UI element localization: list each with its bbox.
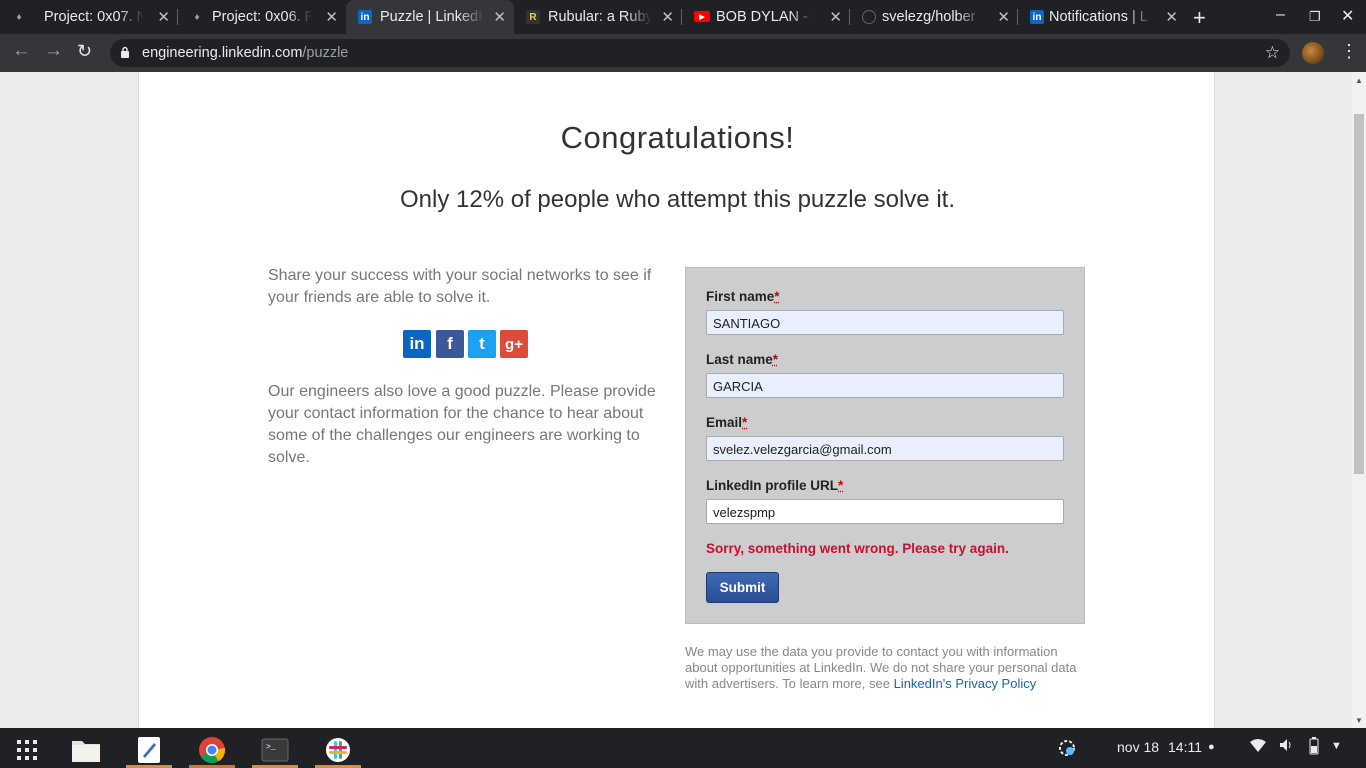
tab-puzzle-linkedin[interactable]: in Puzzle | LinkedIn ✕ (346, 0, 514, 34)
privacy-policy-link[interactable]: LinkedIn's Privacy Policy (894, 676, 1037, 691)
email-label: Email* (706, 415, 748, 430)
engineers-text: Our engineers also love a good puzzle. P… (268, 383, 656, 466)
back-icon[interactable]: ← (12, 40, 31, 62)
tab-title: svelezg/holber (882, 9, 976, 25)
page-viewport: Congratulations! Only 12% of people who … (0, 72, 1352, 728)
facebook-share-icon[interactable]: f (436, 330, 464, 358)
forward-icon[interactable]: → (44, 40, 63, 62)
close-icon[interactable]: ✕ (829, 8, 842, 26)
holberton-icon: ♦ (16, 11, 22, 23)
wifi-icon[interactable] (1249, 739, 1267, 756)
tab-github[interactable]: svelezg/holber ✕ (850, 0, 1018, 34)
new-tab-icon[interactable]: + (1193, 5, 1206, 31)
menu-icon[interactable]: ⋮ (1340, 41, 1358, 62)
bookmark-star-icon[interactable]: ☆ (1265, 43, 1280, 63)
rubular-icon: R (526, 10, 540, 24)
close-icon[interactable]: ✕ (325, 8, 338, 26)
settings-tray-icon[interactable] (1057, 738, 1077, 761)
error-message: Sorry, something went wrong. Please try … (706, 541, 1009, 556)
close-icon[interactable]: ✕ (997, 8, 1010, 26)
email-field[interactable]: svelez.velezgarcia@gmail.com (706, 436, 1064, 461)
close-icon[interactable]: ✕ (157, 8, 170, 26)
linkedin-share-icon[interactable]: in (403, 330, 431, 358)
first-name-label: First name* (706, 289, 780, 304)
privacy-disclaimer: We may use the data you provide to conta… (685, 644, 1077, 691)
tab-title: Rubular: a Ruby (548, 9, 652, 25)
tab-bob-dylan[interactable]: ▶ BOB DYLAN - M ✕ (682, 0, 850, 34)
reload-icon[interactable]: ↻ (77, 41, 92, 62)
os-shelf: >_ nov 18 14:11 ● ▼ (0, 728, 1366, 768)
files-icon[interactable] (63, 732, 109, 768)
close-icon[interactable]: ✕ (1165, 8, 1178, 26)
close-icon[interactable]: ✕ (661, 8, 674, 26)
github-icon (862, 10, 876, 24)
profile-avatar[interactable] (1302, 42, 1324, 64)
page-subtitle: Only 12% of people who attempt this puzz… (400, 186, 955, 213)
youtube-icon: ▶ (694, 11, 710, 22)
tab-title: Puzzle | LinkedIn (380, 9, 484, 25)
tab-notifications[interactable]: in Notifications | L ✕ (1018, 0, 1186, 34)
page-title: Congratulations! (560, 120, 795, 155)
clock-time[interactable]: 14:11 (1168, 739, 1202, 755)
holberton-icon: ♦ (194, 11, 200, 23)
address-bar[interactable]: engineering.linkedin.com/puzzle ☆ (110, 39, 1290, 67)
scrollbar-thumb[interactable] (1354, 114, 1364, 474)
scroll-down-icon[interactable]: ▼ (1355, 716, 1363, 725)
battery-icon[interactable] (1309, 737, 1319, 758)
last-name-field[interactable]: GARCIA (706, 373, 1064, 398)
tab-title: Project: 0x07. N (44, 9, 144, 25)
status-dot-icon: ● (1208, 741, 1215, 753)
tab-title: BOB DYLAN - M (716, 9, 814, 25)
text-editor-icon[interactable] (126, 732, 172, 768)
last-name-label: Last name* (706, 352, 779, 367)
restore-icon[interactable]: ❐ (1309, 9, 1321, 25)
submit-button[interactable]: Submit (706, 572, 779, 603)
profile-url-field[interactable]: velezspmp (706, 499, 1064, 524)
linkedin-icon: in (358, 10, 372, 24)
close-window-icon[interactable]: ✕ (1341, 6, 1354, 26)
lock-icon (121, 46, 129, 58)
linkedin-icon: in (1030, 10, 1044, 24)
google-plus-share-icon[interactable]: g+ (500, 330, 528, 358)
browser-toolbar: ← → ↻ engineering.linkedin.com/puzzle ☆ (0, 34, 1366, 72)
clock-date[interactable]: nov 18 (1117, 739, 1159, 755)
tab-strip: ♦ Project: 0x07. N ✕ ♦ Project: 0x06. R … (0, 0, 1366, 34)
tray-dropdown-icon[interactable]: ▼ (1331, 740, 1342, 752)
tab-title: Notifications | L (1049, 9, 1148, 25)
tab-title: Project: 0x06. R (212, 9, 312, 25)
terminal-icon[interactable]: >_ (252, 732, 298, 768)
url-text: engineering.linkedin.com/puzzle (142, 45, 349, 61)
page-scrollbar[interactable]: ▲ ▼ (1352, 72, 1366, 728)
tab-rubular[interactable]: R Rubular: a Ruby ✕ (514, 0, 682, 34)
tab-project-0x07[interactable]: ♦ Project: 0x07. N ✕ (0, 0, 178, 34)
twitter-share-icon[interactable]: t (468, 330, 496, 358)
puzzle-card: Congratulations! Only 12% of people who … (138, 72, 1215, 728)
svg-text:>_: >_ (266, 743, 276, 752)
app-launcher-icon[interactable] (4, 732, 50, 768)
share-text: Share your success with your social netw… (268, 267, 652, 306)
slack-icon[interactable] (315, 732, 361, 768)
profile-url-label: LinkedIn profile URL* (706, 478, 844, 493)
volume-icon[interactable] (1278, 737, 1294, 756)
minimize-icon[interactable]: – (1276, 6, 1285, 24)
contact-form: First name* SANTIAGO Last name* GARCIA E… (685, 267, 1085, 624)
first-name-field[interactable]: SANTIAGO (706, 310, 1064, 335)
chrome-icon[interactable] (189, 732, 235, 768)
scroll-up-icon[interactable]: ▲ (1355, 76, 1363, 85)
tab-project-0x06[interactable]: ♦ Project: 0x06. R ✕ (178, 0, 346, 34)
close-icon[interactable]: ✕ (493, 8, 506, 26)
